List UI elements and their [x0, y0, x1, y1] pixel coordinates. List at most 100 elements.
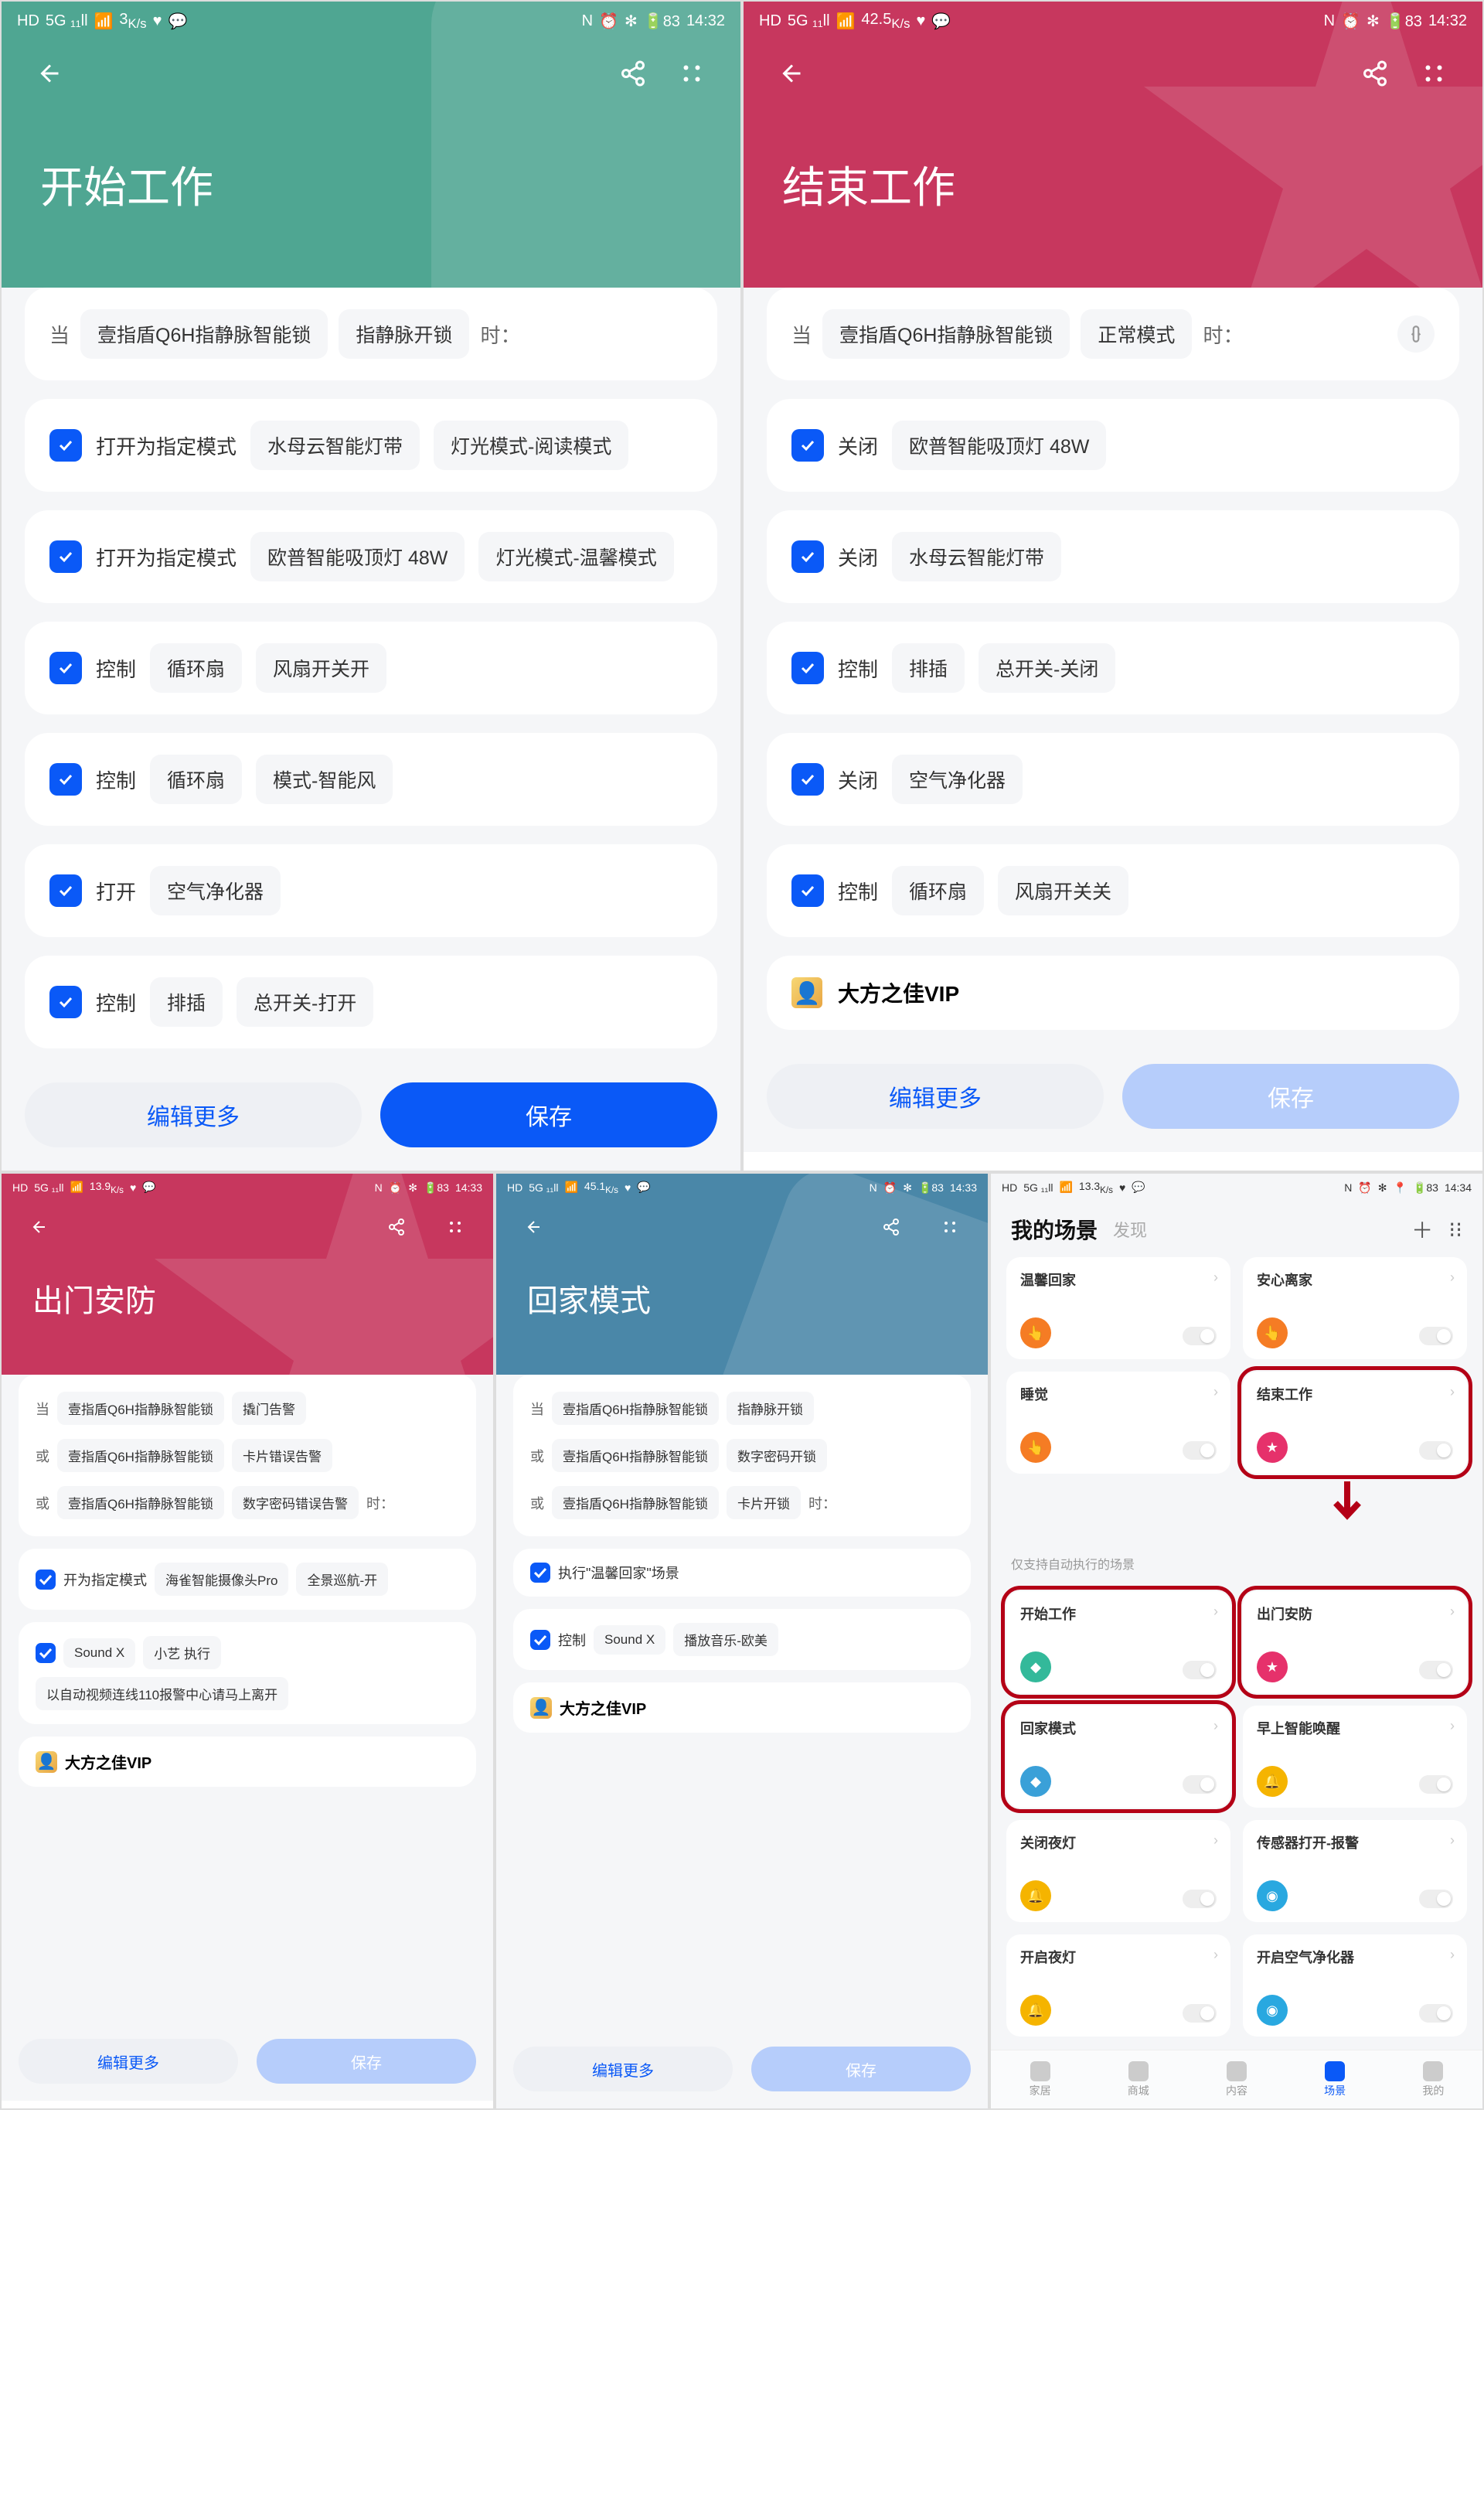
- mode-pill[interactable]: 指静脉开锁: [339, 309, 469, 359]
- checkbox-icon[interactable]: [530, 1630, 550, 1650]
- mode-pill[interactable]: 数字密码开锁: [727, 1439, 827, 1472]
- share-icon[interactable]: [1357, 56, 1393, 91]
- edit-more-button[interactable]: 编辑更多: [19, 2039, 238, 2084]
- back-button[interactable]: [516, 1209, 552, 1245]
- scene-toggle[interactable]: [1183, 1327, 1217, 1345]
- checkbox-icon[interactable]: [530, 1563, 550, 1583]
- action-param[interactable]: 欧普智能吸顶灯 48W: [250, 532, 465, 581]
- action-param[interactable]: 排插: [150, 977, 223, 1027]
- device-pill[interactable]: 壹指盾Q6H指静脉智能锁: [57, 1439, 224, 1472]
- action-param[interactable]: 小艺 执行: [143, 1636, 221, 1669]
- more-icon[interactable]: [674, 56, 710, 91]
- scene-toggle[interactable]: [1419, 1441, 1453, 1460]
- touch-icon[interactable]: [1397, 315, 1435, 353]
- action-param[interactable]: 循环扇: [892, 866, 984, 915]
- more-icon[interactable]: [932, 1209, 968, 1245]
- vip-card[interactable]: 👤 大方之佳VIP: [19, 1737, 476, 1787]
- action-card[interactable]: 关闭欧普智能吸顶灯 48W: [767, 399, 1459, 492]
- edit-more-button[interactable]: 编辑更多: [513, 2047, 733, 2091]
- action-card[interactable]: 控制循环扇风扇开关开: [25, 622, 717, 714]
- scene-toggle[interactable]: [1183, 1890, 1217, 1908]
- action-param[interactable]: 空气净化器: [150, 866, 281, 915]
- edit-more-button[interactable]: 编辑更多: [767, 1064, 1104, 1129]
- action-card[interactable]: 打开为指定模式水母云智能灯带灯光模式-阅读模式: [25, 399, 717, 492]
- action-card[interactable]: 执行"温馨回家"场景: [513, 1549, 971, 1597]
- action-card[interactable]: Sound X 小艺 执行以自动视频连线110报警中心请马上离开: [19, 1622, 476, 1724]
- more-icon[interactable]: ⁝⁝: [1448, 1217, 1462, 1242]
- vip-card[interactable]: 👤 大方之佳VIP: [513, 1682, 971, 1733]
- checkbox-icon[interactable]: [49, 763, 82, 796]
- share-icon[interactable]: [615, 56, 651, 91]
- action-card[interactable]: 关闭水母云智能灯带: [767, 510, 1459, 603]
- save-button[interactable]: 保存: [751, 2047, 971, 2091]
- checkbox-icon[interactable]: [49, 652, 82, 684]
- checkbox-icon[interactable]: [791, 540, 824, 573]
- back-button[interactable]: [774, 56, 810, 91]
- action-param[interactable]: 水母云智能灯带: [250, 421, 420, 470]
- save-button[interactable]: 保存: [1122, 1064, 1459, 1129]
- action-card[interactable]: 控制循环扇风扇开关关: [767, 844, 1459, 937]
- mode-pill[interactable]: 数字密码错误告警: [232, 1486, 359, 1519]
- scene-toggle[interactable]: [1183, 1441, 1217, 1460]
- action-param[interactable]: 以自动视频连线110报警中心请马上离开: [36, 1677, 288, 1710]
- checkbox-icon[interactable]: [791, 429, 824, 462]
- action-param[interactable]: 播放音乐-欧美: [673, 1623, 778, 1656]
- tab-item[interactable]: 场景: [1324, 2061, 1346, 2098]
- tab-item[interactable]: 我的: [1422, 2061, 1444, 2098]
- checkbox-icon[interactable]: [49, 540, 82, 573]
- scene-card[interactable]: 睡觉 › 👆: [1006, 1372, 1230, 1474]
- tab-item[interactable]: 内容: [1226, 2061, 1247, 2098]
- action-card[interactable]: 控制排插总开关-打开: [25, 956, 717, 1048]
- more-icon[interactable]: [437, 1209, 473, 1245]
- scene-toggle[interactable]: [1419, 1661, 1453, 1679]
- edit-more-button[interactable]: 编辑更多: [25, 1082, 362, 1147]
- save-button[interactable]: 保存: [380, 1082, 717, 1147]
- action-param[interactable]: 空气净化器: [892, 755, 1023, 804]
- scene-toggle[interactable]: [1419, 1775, 1453, 1794]
- action-param[interactable]: 风扇开关关: [998, 866, 1128, 915]
- scene-card[interactable]: 回家模式 › ◆: [1006, 1706, 1230, 1808]
- action-param[interactable]: 总开关-打开: [237, 977, 373, 1027]
- condition-card[interactable]: 当 壹指盾Q6H指静脉智能锁 指静脉开锁 时：: [25, 288, 717, 380]
- scene-card[interactable]: 结束工作 › ★: [1243, 1372, 1467, 1474]
- back-button[interactable]: [22, 1209, 57, 1245]
- device-pill[interactable]: 壹指盾Q6H指静脉智能锁: [57, 1486, 224, 1519]
- scene-card[interactable]: 开启空气净化器 › ◉: [1243, 1934, 1467, 2037]
- action-param[interactable]: Sound X: [63, 1638, 135, 1668]
- checkbox-icon[interactable]: [49, 986, 82, 1018]
- action-param[interactable]: 模式-智能风: [256, 755, 393, 804]
- action-card[interactable]: 关闭空气净化器: [767, 733, 1459, 826]
- checkbox-icon[interactable]: [36, 1570, 56, 1590]
- action-param[interactable]: 风扇开关开: [256, 643, 386, 693]
- device-pill[interactable]: 壹指盾Q6H指静脉智能锁: [80, 309, 328, 359]
- add-button[interactable]: ＋: [1411, 1214, 1433, 1245]
- action-card[interactable]: 打开空气净化器: [25, 844, 717, 937]
- mode-pill[interactable]: 卡片开锁: [727, 1486, 801, 1519]
- action-param[interactable]: 全景巡航-开: [296, 1563, 388, 1596]
- action-param[interactable]: 循环扇: [150, 755, 242, 804]
- scene-toggle[interactable]: [1183, 1661, 1217, 1679]
- checkbox-icon[interactable]: [791, 763, 824, 796]
- tab-item[interactable]: 商城: [1128, 2061, 1149, 2098]
- device-pill[interactable]: 壹指盾Q6H指静脉智能锁: [552, 1439, 719, 1472]
- scene-toggle[interactable]: [1419, 2004, 1453, 2023]
- share-icon[interactable]: [379, 1209, 414, 1245]
- scene-card[interactable]: 传感器打开-报警 › ◉: [1243, 1820, 1467, 1922]
- action-card[interactable]: 打开为指定模式欧普智能吸顶灯 48W灯光模式-温馨模式: [25, 510, 717, 603]
- checkbox-icon[interactable]: [791, 652, 824, 684]
- more-icon[interactable]: [1416, 56, 1452, 91]
- action-card[interactable]: 控制Sound X播放音乐-欧美: [513, 1609, 971, 1670]
- action-param[interactable]: 总开关-关闭: [979, 643, 1115, 693]
- action-param[interactable]: 排插: [892, 643, 965, 693]
- action-param[interactable]: Sound X: [594, 1625, 665, 1655]
- share-icon[interactable]: [873, 1209, 909, 1245]
- device-pill[interactable]: 壹指盾Q6H指静脉智能锁: [822, 309, 1070, 359]
- condition-card[interactable]: 当 壹指盾Q6H指静脉智能锁 指静脉开锁 或 壹指盾Q6H指静脉智能锁 数字密码…: [513, 1375, 971, 1536]
- condition-card[interactable]: 当 壹指盾Q6H指静脉智能锁 正常模式 时：: [767, 288, 1459, 380]
- device-pill[interactable]: 壹指盾Q6H指静脉智能锁: [57, 1392, 224, 1425]
- action-card[interactable]: 控制循环扇模式-智能风: [25, 733, 717, 826]
- checkbox-icon[interactable]: [36, 1643, 56, 1663]
- vip-card[interactable]: 👤 大方之佳VIP: [767, 956, 1459, 1030]
- scene-card[interactable]: 温馨回家 › 👆: [1006, 1257, 1230, 1359]
- action-param[interactable]: 灯光模式-阅读模式: [434, 421, 628, 470]
